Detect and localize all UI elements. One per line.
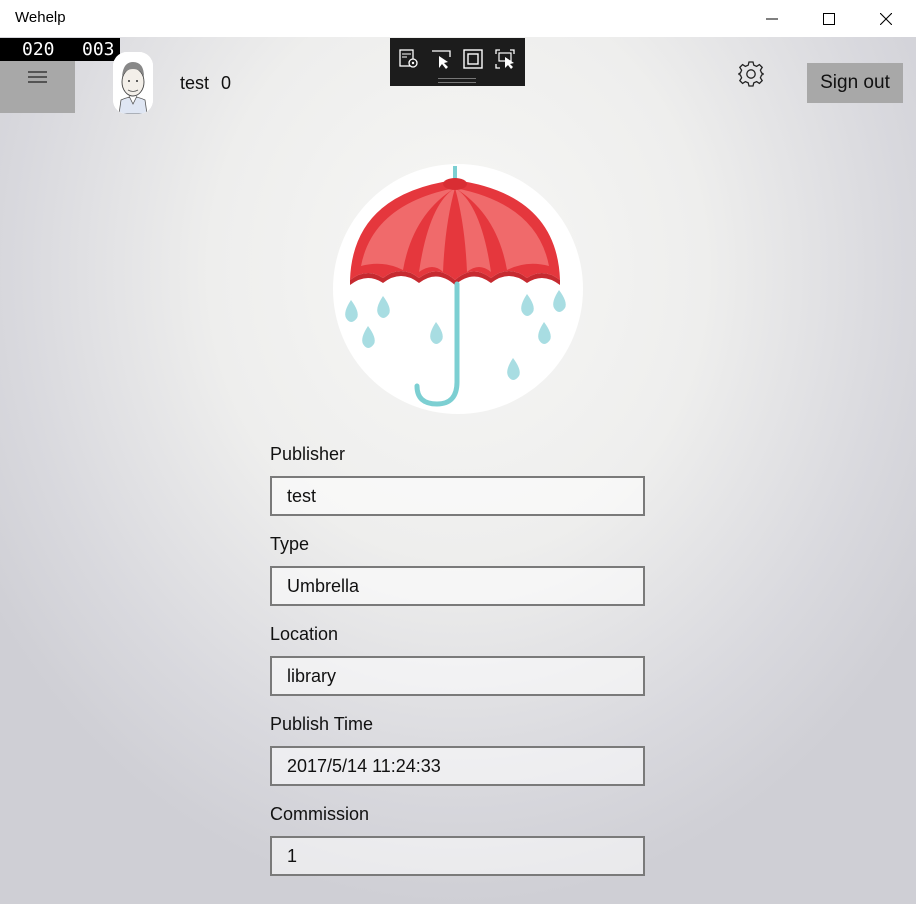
- commission-label: Commission: [270, 804, 370, 824]
- location-field[interactable]: library: [270, 656, 645, 696]
- frame-icon: [463, 49, 483, 69]
- window-title: Wehelp: [15, 9, 66, 26]
- umbrella-icon: [345, 166, 566, 407]
- user-name: test: [180, 73, 210, 93]
- pointer-select-icon: [432, 50, 451, 69]
- avatar[interactable]: [113, 52, 153, 114]
- minimize-button[interactable]: [743, 0, 800, 37]
- menu-button[interactable]: [0, 61, 75, 113]
- select-pointer-button[interactable]: [428, 46, 454, 72]
- track-focus-icon: [495, 49, 515, 69]
- sign-out-button[interactable]: Sign out: [807, 63, 903, 103]
- title-bar: Wehelp: [0, 0, 916, 37]
- commission-field[interactable]: 1: [270, 836, 645, 876]
- layout-adorner-button[interactable]: [460, 46, 486, 72]
- maximize-icon: [822, 12, 835, 25]
- minimize-icon: [765, 18, 778, 19]
- select-element-icon: [399, 49, 418, 68]
- item-image: [333, 164, 583, 414]
- location-value: library: [287, 666, 337, 686]
- frame-counter-right: 003: [82, 39, 115, 60]
- close-button[interactable]: [857, 0, 914, 37]
- toolbar-grip[interactable]: [438, 78, 476, 83]
- visual-tree-button[interactable]: [396, 46, 422, 72]
- publisher-value: test: [287, 486, 317, 506]
- frame-counter: 020 003: [0, 38, 120, 61]
- publisher-label: Publisher: [270, 444, 346, 464]
- avatar-icon: [113, 52, 153, 114]
- maximize-button[interactable]: [800, 0, 857, 37]
- publish-time-value: 2017/5/14 11:24:33: [287, 756, 441, 776]
- gear-icon: [738, 61, 764, 87]
- publish-time-label: Publish Time: [270, 714, 374, 734]
- commission-value: 1: [287, 846, 298, 866]
- type-field[interactable]: Umbrella: [270, 566, 645, 606]
- user-count: 0: [221, 73, 232, 93]
- hamburger-icon: [28, 71, 47, 83]
- frame-counter-left: 020: [22, 39, 55, 60]
- settings-button[interactable]: [737, 60, 765, 88]
- publish-time-field[interactable]: 2017/5/14 11:24:33: [270, 746, 645, 786]
- type-value: Umbrella: [287, 576, 360, 596]
- track-focus-button[interactable]: [492, 46, 518, 72]
- debug-toolbar: [390, 38, 525, 86]
- close-icon: [879, 12, 892, 25]
- publisher-field[interactable]: test: [270, 476, 645, 516]
- location-label: Location: [270, 624, 339, 644]
- type-label: Type: [270, 534, 310, 554]
